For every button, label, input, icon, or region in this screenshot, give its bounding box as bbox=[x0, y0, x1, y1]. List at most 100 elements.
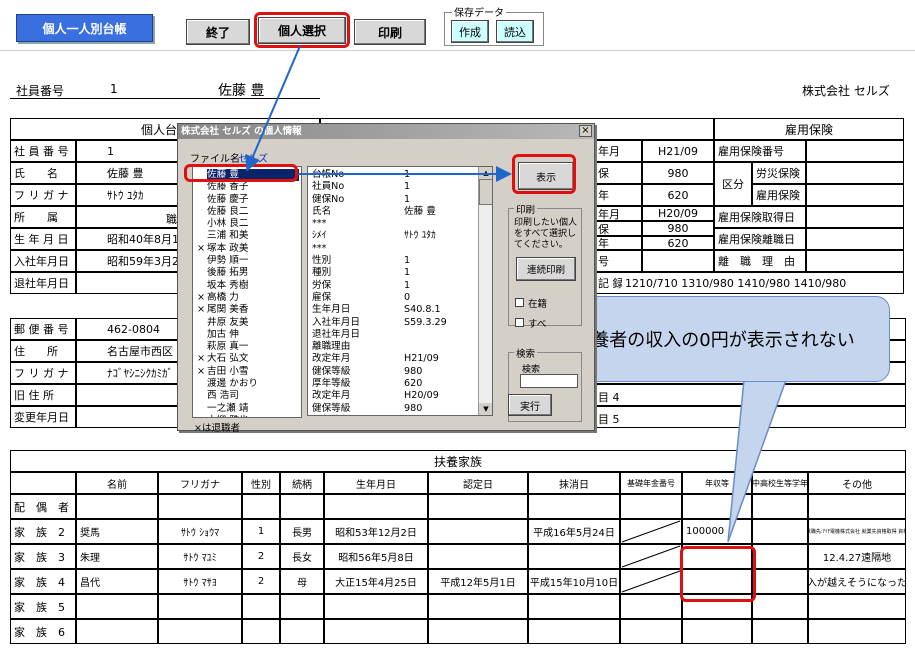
checkbox-active[interactable] bbox=[515, 298, 524, 307]
family-cell[interactable] bbox=[620, 494, 682, 519]
employment-no-value[interactable] bbox=[806, 140, 904, 162]
family-cell[interactable]: 1 bbox=[242, 519, 280, 544]
family-cell[interactable]: 長女 bbox=[280, 544, 324, 569]
family-cell[interactable] bbox=[808, 494, 906, 519]
read-button[interactable]: 読込 bbox=[496, 20, 534, 43]
insurance-value[interactable]: 980 bbox=[642, 221, 714, 236]
family-cell[interactable] bbox=[528, 594, 620, 619]
execute-button[interactable]: 実行 bbox=[508, 394, 552, 416]
rousai-value[interactable] bbox=[806, 162, 904, 184]
family-cell[interactable] bbox=[682, 494, 752, 519]
family-cell[interactable]: 2 bbox=[242, 569, 280, 594]
name-list-item[interactable]: 西 浩司 bbox=[207, 390, 299, 402]
name-list-item[interactable]: 高橋 力 bbox=[207, 292, 299, 304]
family-cell[interactable] bbox=[752, 619, 808, 644]
family-cell[interactable]: 昭和53年12月2日 bbox=[324, 519, 428, 544]
family-cell[interactable] bbox=[428, 544, 528, 569]
family-cell[interactable] bbox=[682, 619, 752, 644]
family-cell[interactable] bbox=[242, 619, 280, 644]
family-cell[interactable]: 収入が越えそうになった為 bbox=[808, 569, 906, 594]
family-cell[interactable] bbox=[158, 594, 242, 619]
family-cell[interactable] bbox=[752, 494, 808, 519]
scroll-up-icon[interactable]: ▲ bbox=[479, 167, 492, 179]
family-cell[interactable] bbox=[808, 619, 906, 644]
family-cell[interactable]: 母 bbox=[280, 569, 324, 594]
family-cell[interactable] bbox=[752, 569, 808, 594]
batch-print-button[interactable]: 連続印刷 bbox=[516, 257, 576, 281]
lost-value[interactable] bbox=[806, 228, 904, 250]
family-cell[interactable] bbox=[76, 619, 158, 644]
dialog-close-button[interactable]: × bbox=[579, 125, 592, 137]
scroll-down-icon[interactable]: ▼ bbox=[479, 403, 492, 415]
name-list-item[interactable]: 佐藤 慶子 bbox=[207, 194, 299, 206]
checkbox-all[interactable] bbox=[515, 318, 524, 327]
family-cell[interactable] bbox=[76, 494, 158, 519]
insurance-value[interactable]: 620 bbox=[642, 184, 714, 206]
name-list-item[interactable]: 伊勢 順一 bbox=[207, 255, 299, 267]
insurance-value[interactable]: 620 bbox=[642, 236, 714, 250]
family-cell[interactable] bbox=[752, 519, 808, 544]
insurance-value[interactable]: 980 bbox=[642, 162, 714, 184]
family-cell[interactable] bbox=[528, 619, 620, 644]
family-cell[interactable] bbox=[620, 594, 682, 619]
family-cell[interactable] bbox=[242, 594, 280, 619]
family-cell[interactable] bbox=[158, 494, 242, 519]
exit-button[interactable]: 終了 bbox=[186, 19, 250, 45]
family-cell[interactable]: ｻﾄｳ ﾏﾕﾐ bbox=[158, 544, 242, 569]
print-button[interactable]: 印刷 bbox=[354, 19, 426, 45]
family-cell[interactable]: ｻﾄｳ ｼｮｳﾏ bbox=[158, 519, 242, 544]
name-list-item[interactable]: 小柳 雅也 bbox=[207, 415, 299, 417]
family-cell[interactable]: 平成16年5月24日 bbox=[528, 519, 620, 544]
family-cell[interactable]: 昌代 bbox=[76, 569, 158, 594]
family-cell[interactable] bbox=[324, 619, 428, 644]
name-list-item[interactable]: 吉田 小雪 bbox=[207, 366, 299, 378]
name-list-item[interactable]: 一之瀬 靖 bbox=[207, 403, 299, 415]
family-cell[interactable]: 2 bbox=[242, 544, 280, 569]
name-list-item[interactable]: 後藤 拓男 bbox=[207, 267, 299, 279]
family-cell[interactable]: ｻﾄｳ ﾏｻﾖ bbox=[158, 569, 242, 594]
record-value[interactable]: 1210/710 1310/980 1410/980 1410/980 bbox=[622, 272, 904, 294]
name-list-item[interactable]: 佐藤 香子 bbox=[207, 181, 299, 193]
family-cell[interactable]: 朱理 bbox=[76, 544, 158, 569]
family-cell[interactable] bbox=[428, 619, 528, 644]
family-cell[interactable] bbox=[808, 594, 906, 619]
family-cell[interactable] bbox=[76, 594, 158, 619]
scroll-thumb[interactable] bbox=[479, 179, 492, 205]
name-list[interactable]: × × × × × 佐藤 豊佐藤 香子 佐藤 慶子 佐藤 良二 小林 良二 三浦 和美 塚本 … bbox=[192, 166, 302, 418]
name-list-item[interactable]: 加古 伸 bbox=[207, 329, 299, 341]
family-cell[interactable] bbox=[428, 494, 528, 519]
family-cell[interactable]: 平成15年10月10日 bbox=[528, 569, 620, 594]
family-cell[interactable]: 昭和56年5月8日 bbox=[324, 544, 428, 569]
family-cell[interactable] bbox=[752, 594, 808, 619]
main-ledger-tab[interactable]: 個人一人別台帳 bbox=[16, 14, 153, 42]
name-list-item[interactable]: 大石 弘文 bbox=[207, 353, 299, 365]
create-button[interactable]: 作成 bbox=[451, 20, 489, 43]
family-cell[interactable] bbox=[620, 619, 682, 644]
name-list-item[interactable]: 小林 良二 bbox=[207, 218, 299, 230]
family-cell[interactable]: 長男 bbox=[280, 519, 324, 544]
family-cell[interactable]: 大正15年4月25日 bbox=[324, 569, 428, 594]
family-cell[interactable] bbox=[158, 619, 242, 644]
acquired-value[interactable] bbox=[806, 206, 904, 228]
name-list-item[interactable]: 三浦 和美 bbox=[207, 230, 299, 242]
name-list-item[interactable]: 佐藤 良二 bbox=[207, 206, 299, 218]
data-scrollbar[interactable]: ▲ ▼ bbox=[478, 167, 492, 415]
insurance-value[interactable]: H21/09 bbox=[642, 140, 714, 162]
family-cell[interactable] bbox=[280, 594, 324, 619]
family-cell[interactable] bbox=[324, 594, 428, 619]
name-list-item[interactable]: 塚本 政美 bbox=[207, 243, 299, 255]
insurance-value[interactable] bbox=[642, 250, 714, 272]
name-list-item[interactable]: 渡邊 かおり bbox=[207, 378, 299, 390]
family-cell[interactable] bbox=[280, 494, 324, 519]
family-cell[interactable] bbox=[324, 494, 428, 519]
family-cell[interactable] bbox=[428, 594, 528, 619]
family-cell[interactable]: 就職先:ｱｲﾁ電機株式会社 就業先資格取得 資格 bbox=[808, 519, 906, 544]
name-list-item[interactable]: 萩原 真一 bbox=[207, 341, 299, 353]
search-input[interactable] bbox=[520, 374, 578, 388]
family-cell[interactable] bbox=[242, 494, 280, 519]
koyou-value[interactable] bbox=[806, 184, 904, 206]
family-cell[interactable] bbox=[428, 519, 528, 544]
family-cell[interactable] bbox=[280, 619, 324, 644]
name-list-item[interactable]: 井原 友美 bbox=[207, 317, 299, 329]
family-cell[interactable]: 平成12年5月1日 bbox=[428, 569, 528, 594]
